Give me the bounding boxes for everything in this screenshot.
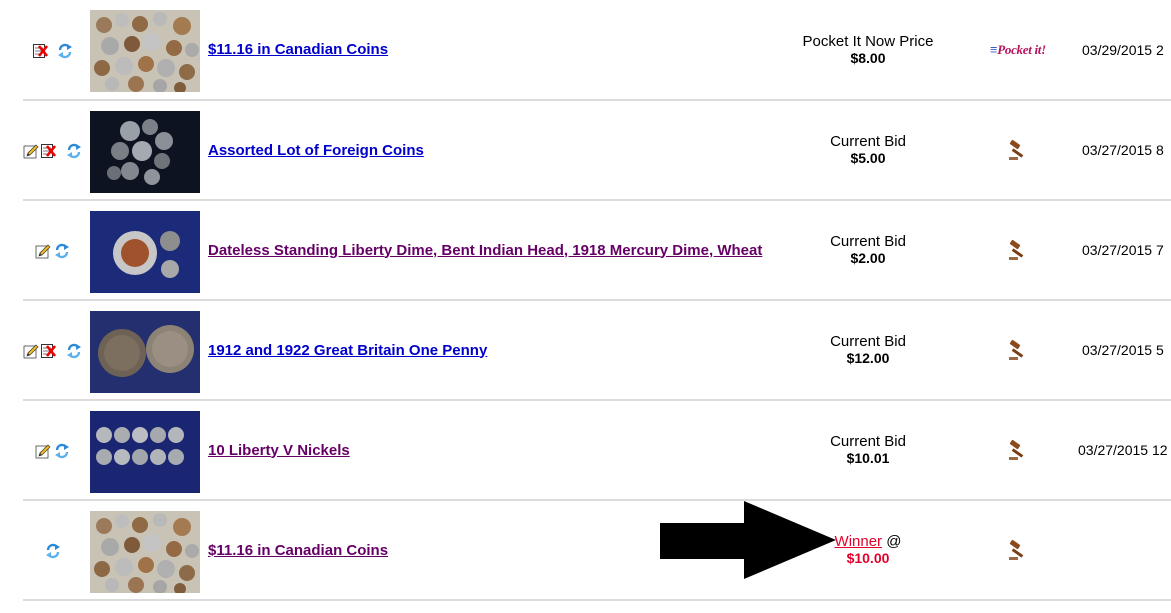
- row-actions: [23, 201, 85, 299]
- pocket-it-label: Pocket it!: [997, 41, 1046, 57]
- item-title-link[interactable]: $11.16 in Canadian Coins: [208, 0, 388, 99]
- end-date: 03/29/2015 2: [1082, 41, 1164, 58]
- table-row: Dateless Standing Liberty Dime, Bent Ind…: [23, 201, 1171, 301]
- listings-table: $11.16 in Canadian Coins Pocket It Now P…: [23, 0, 1171, 601]
- table-row: 10 Liberty V Nickels Current Bid $10.01 …: [23, 401, 1171, 501]
- price-cell: Current Bid $10.01: [783, 401, 953, 499]
- relist-icon[interactable]: [66, 143, 82, 159]
- relist-icon[interactable]: [45, 543, 61, 559]
- price-label: Current Bid: [830, 333, 906, 350]
- price-value: $2.00: [850, 250, 886, 266]
- end-date: 03/27/2015 12: [1078, 442, 1168, 458]
- end-date: 03/27/2015 7: [1082, 242, 1164, 258]
- delete-icon[interactable]: [40, 143, 56, 159]
- price-value: $5.00: [850, 150, 886, 166]
- delete-icon[interactable]: [32, 43, 48, 59]
- winner-at: @: [886, 533, 902, 550]
- item-thumbnail[interactable]: [90, 511, 200, 593]
- gavel-icon[interactable]: [1007, 539, 1029, 561]
- relist-icon[interactable]: [54, 443, 70, 459]
- winner-link[interactable]: Winner: [835, 533, 883, 550]
- price-value: $12.00: [846, 350, 890, 366]
- price-label: Pocket It Now Price: [802, 32, 934, 50]
- item-title-link[interactable]: 10 Liberty V Nickels: [208, 401, 350, 499]
- pocket-it-button[interactable]: ≡Pocket it!: [978, 0, 1058, 99]
- table-row: $11.16 in Canadian Coins Pocket It Now P…: [23, 0, 1171, 101]
- row-actions: [23, 501, 85, 599]
- pointer-arrow-icon: [660, 501, 836, 579]
- end-date: 03/27/2015 8: [1082, 142, 1164, 158]
- price-value: $8.00: [850, 49, 886, 66]
- price-value: $10.01: [846, 450, 890, 466]
- gavel-icon[interactable]: [1007, 239, 1029, 261]
- item-thumbnail[interactable]: [90, 111, 200, 193]
- price-label: Current Bid: [830, 133, 906, 150]
- table-row: $11.16 in Canadian Coins Winner @ $10.00: [23, 501, 1171, 601]
- item-title-link[interactable]: 1912 and 1922 Great Britain One Penny: [208, 301, 487, 399]
- row-actions: [23, 301, 85, 399]
- winning-price: $10.00: [846, 550, 890, 566]
- gavel-icon[interactable]: [1007, 439, 1029, 461]
- gavel-icon[interactable]: [1007, 339, 1029, 361]
- price-cell: Current Bid $12.00: [783, 301, 953, 399]
- edit-icon[interactable]: [23, 343, 39, 359]
- item-thumbnail[interactable]: [90, 10, 200, 92]
- price-cell: Current Bid $2.00: [783, 201, 953, 299]
- delete-icon[interactable]: [40, 343, 56, 359]
- item-title-link[interactable]: Dateless Standing Liberty Dime, Bent Ind…: [208, 201, 762, 299]
- row-actions: [23, 101, 85, 199]
- price-label: Current Bid: [830, 433, 906, 450]
- edit-icon[interactable]: [35, 443, 51, 459]
- item-thumbnail[interactable]: [90, 311, 200, 393]
- relist-icon[interactable]: [57, 43, 73, 59]
- item-thumbnail[interactable]: [90, 411, 200, 493]
- relist-icon[interactable]: [54, 243, 70, 259]
- price-cell: Pocket It Now Price $8.00: [783, 0, 953, 99]
- edit-icon[interactable]: [23, 143, 39, 159]
- gavel-icon[interactable]: [1007, 139, 1029, 161]
- table-row: 1912 and 1922 Great Britain One Penny Cu…: [23, 301, 1171, 401]
- item-title-link[interactable]: $11.16 in Canadian Coins: [208, 501, 388, 599]
- table-row: Assorted Lot of Foreign Coins Current Bi…: [23, 101, 1171, 201]
- relist-icon[interactable]: [66, 343, 82, 359]
- row-actions: [23, 0, 85, 99]
- row-actions: [23, 401, 85, 499]
- item-thumbnail[interactable]: [90, 211, 200, 293]
- item-title-link[interactable]: Assorted Lot of Foreign Coins: [208, 101, 424, 199]
- edit-icon[interactable]: [35, 243, 51, 259]
- price-cell: Current Bid $5.00: [783, 101, 953, 199]
- price-label: Current Bid: [830, 233, 906, 250]
- end-date: 03/27/2015 5: [1082, 342, 1164, 358]
